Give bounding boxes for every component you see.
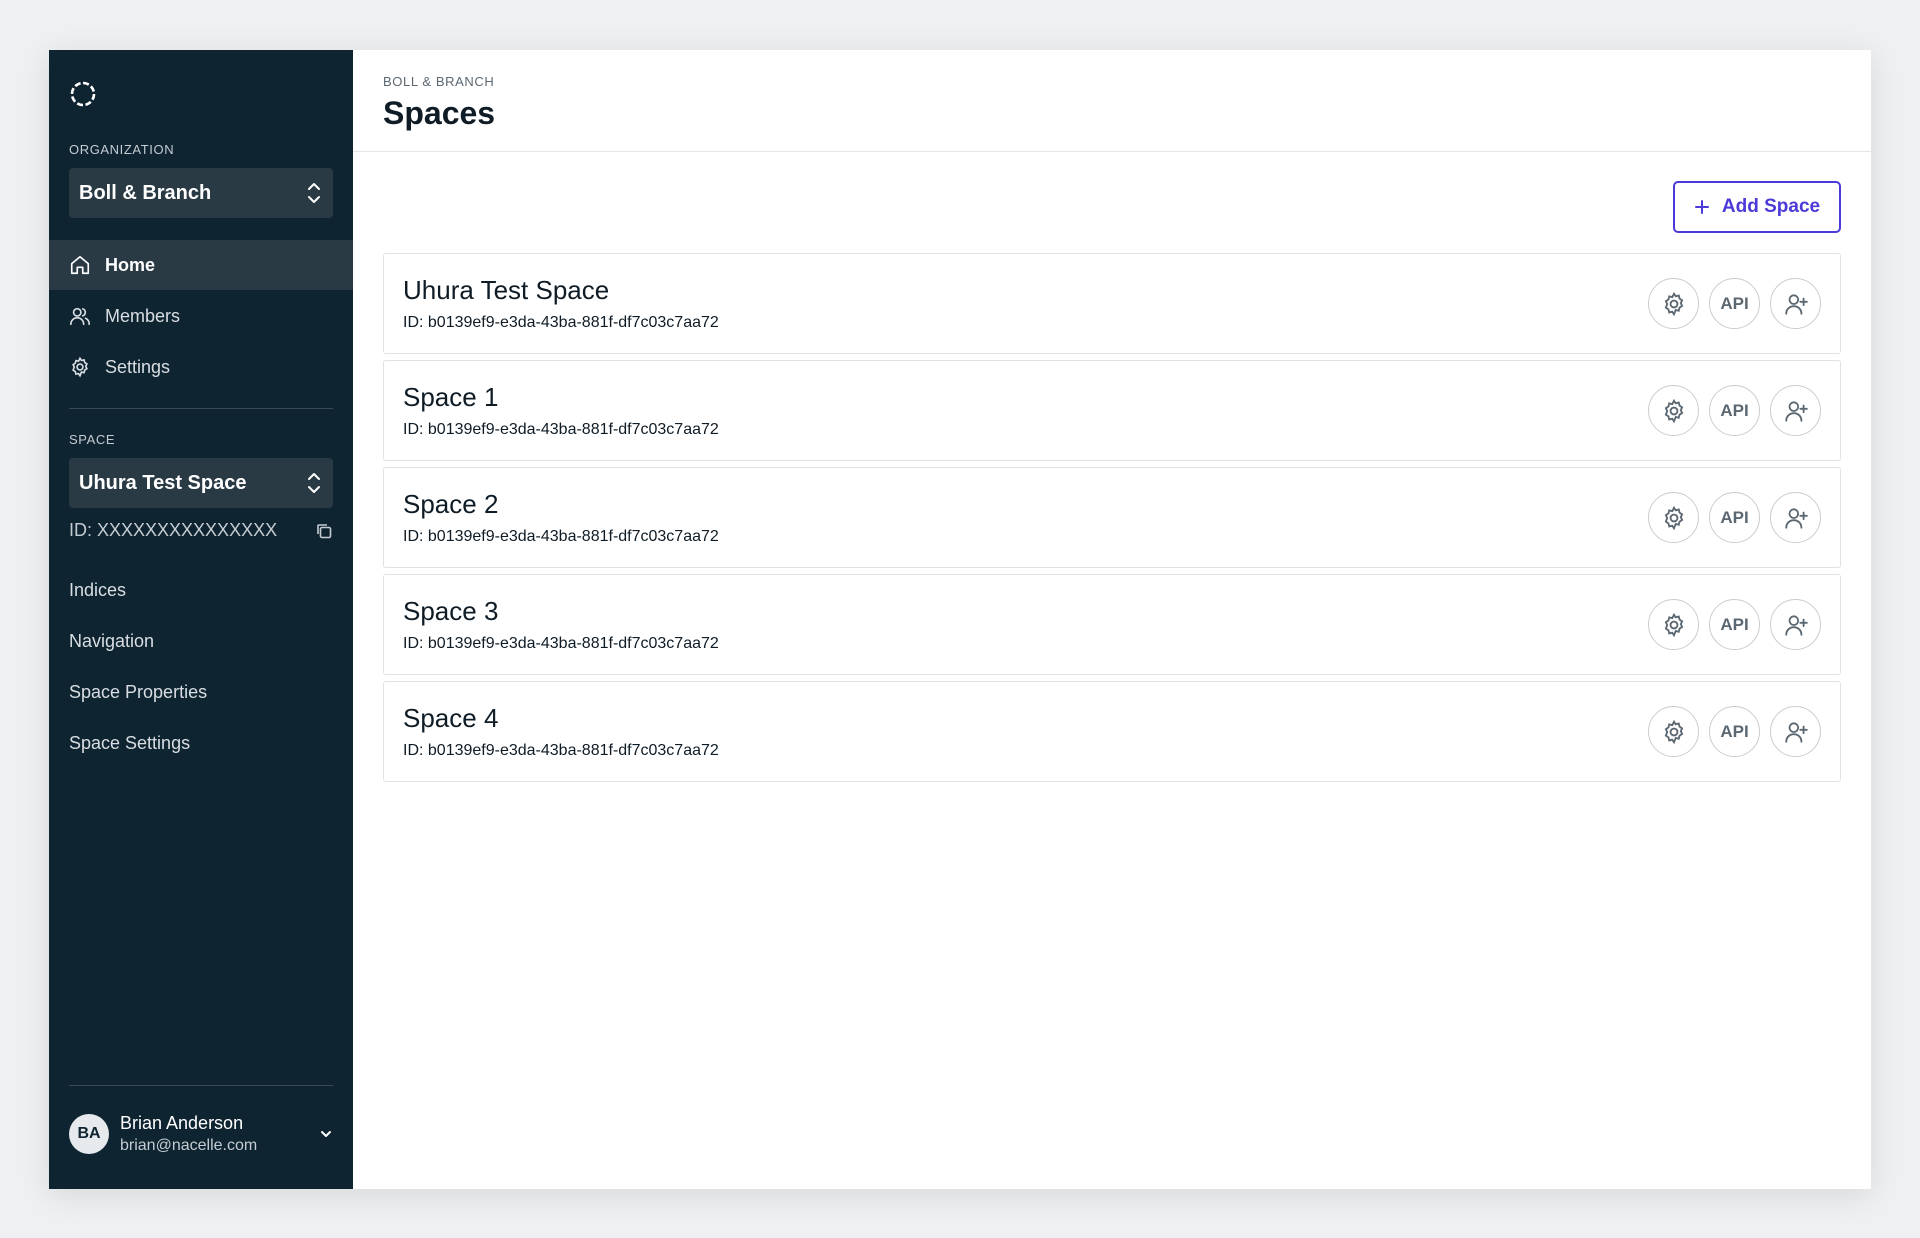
space-add-member-button[interactable]: [1770, 385, 1821, 436]
space-id: ID: b0139ef9-e3da-43ba-881f-df7c03c7aa72: [403, 528, 719, 545]
sidebar-item-members[interactable]: Members: [49, 291, 353, 341]
user-name: Brian Anderson: [120, 1113, 244, 1133]
chevron-up-down-icon: [308, 183, 320, 203]
sidebar-item-label: Home: [105, 254, 156, 275]
gear-icon: [1664, 612, 1683, 637]
space-id-row: ID: XXXXXXXXXXXXXXX: [69, 520, 333, 541]
plus-icon: [1694, 200, 1709, 214]
avatar: BA: [69, 1114, 109, 1154]
chevron-up-down-icon: [308, 473, 320, 493]
sidebar-item-space-properties[interactable]: Space Properties: [69, 682, 207, 703]
space-card: Space 4 ID: b0139ef9-e3da-43ba-881f-df7c…: [383, 681, 1841, 782]
space-settings-button[interactable]: [1648, 278, 1699, 329]
space-card: Space 2 ID: b0139ef9-e3da-43ba-881f-df7c…: [383, 467, 1841, 568]
user-plus-icon: [1784, 507, 1808, 529]
sidebar-item-indices[interactable]: Indices: [69, 580, 126, 601]
user-plus-icon: [1784, 614, 1808, 636]
user-menu[interactable]: BA Brian Anderson brian@nacelle.com: [69, 1110, 333, 1158]
sidebar-item-home[interactable]: Home: [49, 240, 353, 290]
space-select-value: Uhura Test Space: [79, 471, 247, 494]
app-window: ORGANIZATION Boll & Branch Home Members: [49, 50, 1871, 1189]
space-add-member-button[interactable]: [1770, 599, 1821, 650]
sidebar-item-space-settings[interactable]: Space Settings: [69, 733, 190, 754]
space-card: Space 1 ID: b0139ef9-e3da-43ba-881f-df7c…: [383, 360, 1841, 461]
space-name: Space 1: [403, 382, 499, 412]
space-card: Uhura Test Space ID: b0139ef9-e3da-43ba-…: [383, 253, 1841, 354]
space-select[interactable]: Uhura Test Space: [69, 458, 333, 508]
organization-select[interactable]: Boll & Branch: [69, 168, 333, 218]
space-name: Space 2: [403, 489, 499, 519]
space-name: Space 4: [403, 703, 499, 733]
sidebar-item-navigation[interactable]: Navigation: [69, 631, 154, 652]
user-plus-icon: [1784, 293, 1808, 315]
space-id: ID: b0139ef9-e3da-43ba-881f-df7c03c7aa72: [403, 742, 719, 759]
space-name: Uhura Test Space: [403, 275, 610, 305]
space-add-member-button[interactable]: [1770, 492, 1821, 543]
space-settings-button[interactable]: [1648, 385, 1699, 436]
space-label: SPACE: [69, 432, 116, 447]
space-name: Space 3: [403, 596, 499, 626]
users-icon: [70, 307, 90, 326]
organization-select-value: Boll & Branch: [79, 181, 212, 204]
space-id-text: ID: XXXXXXXXXXXXXXX: [69, 520, 278, 540]
space-card: Space 3 ID: b0139ef9-e3da-43ba-881f-df7c…: [383, 574, 1841, 675]
space-api-button[interactable]: API: [1709, 599, 1760, 650]
user-plus-icon: [1784, 400, 1808, 422]
space-api-button[interactable]: API: [1709, 706, 1760, 757]
chevron-down-icon: [321, 1131, 331, 1137]
sidebar-item-label: Settings: [105, 356, 171, 377]
sidebar-divider: [69, 1085, 333, 1086]
add-space-button-label: Add Space: [1721, 196, 1821, 217]
sidebar: ORGANIZATION Boll & Branch Home Members: [49, 50, 353, 1189]
logo-icon: [70, 81, 96, 107]
space-settings-button[interactable]: [1648, 706, 1699, 757]
space-api-button[interactable]: API: [1709, 385, 1760, 436]
gear-icon: [1664, 398, 1683, 423]
sidebar-item-settings[interactable]: Settings: [49, 342, 353, 392]
sidebar-item-label: Members: [105, 305, 181, 326]
copy-icon[interactable]: [315, 522, 333, 540]
user-plus-icon: [1784, 721, 1808, 743]
main-content: BOLL & BRANCH Spaces Add Space Uhura Tes…: [353, 50, 1871, 1189]
sidebar-divider: [69, 408, 333, 409]
organization-label: ORGANIZATION: [69, 142, 175, 157]
page-header: BOLL & BRANCH Spaces: [353, 50, 1871, 152]
gear-icon: [1664, 719, 1683, 744]
space-settings-button[interactable]: [1648, 492, 1699, 543]
breadcrumb[interactable]: BOLL & BRANCH: [383, 74, 1871, 89]
space-list: Uhura Test Space ID: b0139ef9-e3da-43ba-…: [383, 253, 1841, 788]
space-id: ID: b0139ef9-e3da-43ba-881f-df7c03c7aa72: [403, 421, 719, 438]
space-api-button[interactable]: API: [1709, 492, 1760, 543]
space-add-member-button[interactable]: [1770, 706, 1821, 757]
space-id: ID: b0139ef9-e3da-43ba-881f-df7c03c7aa72: [403, 635, 719, 652]
gear-icon: [72, 356, 88, 378]
page-title: Spaces: [383, 95, 496, 131]
user-email: brian@nacelle.com: [120, 1137, 258, 1154]
space-api-button[interactable]: API: [1709, 278, 1760, 329]
space-id: ID: b0139ef9-e3da-43ba-881f-df7c03c7aa72: [403, 314, 719, 331]
add-space-button[interactable]: Add Space: [1673, 181, 1841, 233]
gear-icon: [1664, 291, 1683, 316]
space-settings-button[interactable]: [1648, 599, 1699, 650]
space-add-member-button[interactable]: [1770, 278, 1821, 329]
gear-icon: [1664, 505, 1683, 530]
home-icon: [70, 255, 90, 275]
